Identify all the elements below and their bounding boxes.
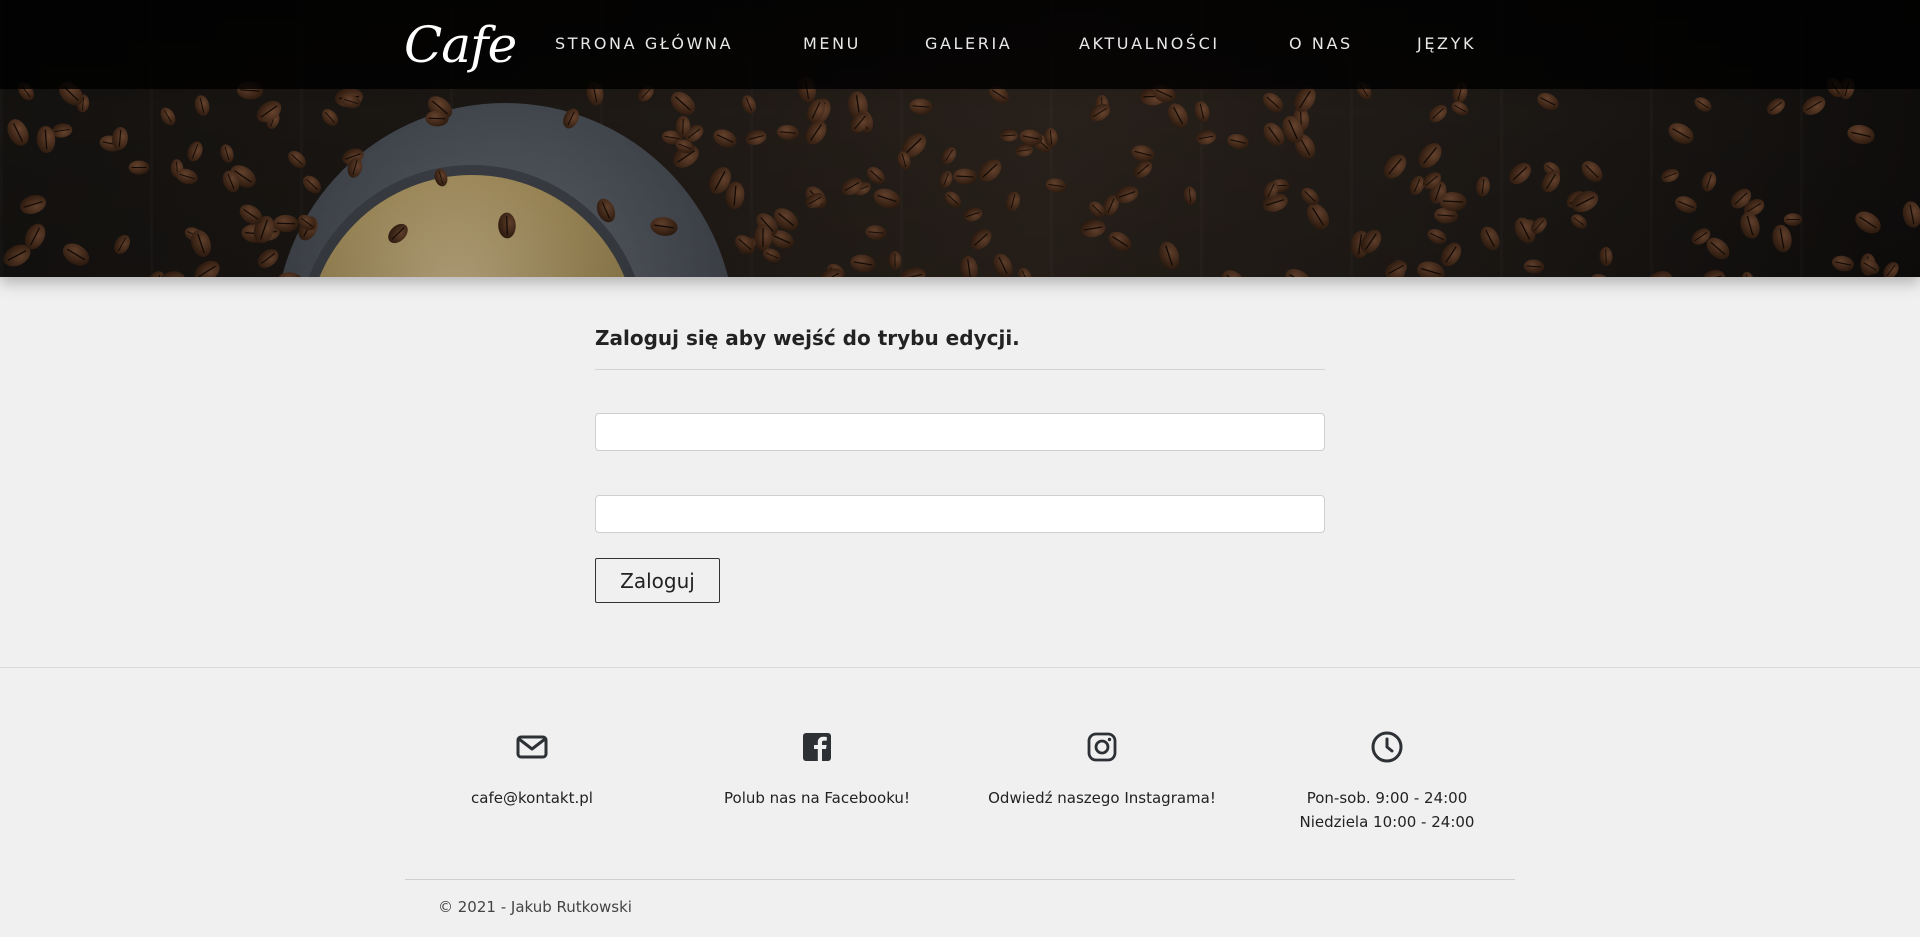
footer-contact-email: cafe@kontakt.pl (402, 730, 662, 810)
footer-contact-facebook: Polub nas na Facebooku! (687, 730, 947, 810)
instagram-link[interactable]: Odwiedź naszego Instagrama! (988, 789, 1216, 807)
envelope-icon (516, 735, 548, 759)
navbar: Cafe STRONA GŁÓWNA MENU GALERIA AKTUALNO… (0, 0, 1920, 89)
instagram-icon[interactable] (1085, 730, 1119, 764)
nav-about[interactable]: O NAS (1289, 34, 1353, 54)
login-title: Zaloguj się aby wejść do trybu edycji. (595, 326, 1020, 350)
facebook-icon[interactable] (800, 730, 834, 764)
copyright-divider (405, 879, 1515, 880)
nav-gallery[interactable]: GALERIA (925, 34, 1012, 54)
nav-language[interactable]: JĘZYK (1417, 34, 1476, 54)
logo[interactable]: Cafe (404, 12, 517, 78)
facebook-link[interactable]: Polub nas na Facebooku! (724, 789, 910, 807)
hours-weekdays: Pon-sob. 9:00 - 24:00 (1306, 789, 1468, 807)
username-input[interactable] (595, 413, 1325, 451)
nav-news[interactable]: AKTUALNOŚCI (1079, 34, 1220, 54)
footer-divider (0, 667, 1920, 668)
password-input[interactable] (595, 495, 1325, 533)
clock-icon (1371, 731, 1403, 763)
footer-opening-hours: Pon-sob. 9:00 - 24:00 Niedziela 10:00 - … (1257, 730, 1517, 834)
nav-home[interactable]: STRONA GŁÓWNA (555, 34, 733, 54)
login-button[interactable]: Zaloguj (595, 558, 720, 603)
footer-contact-instagram: Odwiedź naszego Instagrama! (972, 730, 1232, 810)
hours-sunday: Niedziela 10:00 - 24:00 (1299, 813, 1475, 831)
nav-menu[interactable]: MENU (803, 34, 861, 54)
divider (595, 369, 1325, 370)
copyright: © 2021 - Jakub Rutkowski (438, 898, 632, 916)
email-link[interactable]: cafe@kontakt.pl (471, 789, 593, 807)
